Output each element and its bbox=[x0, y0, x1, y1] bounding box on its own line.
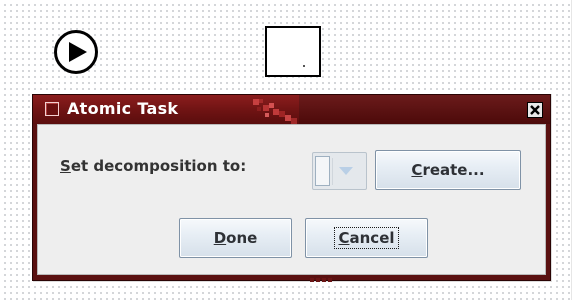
close-button[interactable] bbox=[527, 102, 543, 118]
decomposition-label-mnemonic: S bbox=[60, 157, 71, 175]
decomposition-label-text: et decomposition to: bbox=[70, 157, 247, 175]
done-button[interactable]: Done bbox=[179, 218, 292, 258]
close-icon bbox=[530, 105, 540, 115]
create-button-mnemonic: C bbox=[411, 161, 423, 179]
dialog-title: Atomic Task bbox=[67, 99, 179, 118]
titlebar-dark-region bbox=[299, 95, 550, 124]
atomic-task-node[interactable] bbox=[265, 26, 321, 77]
create-button[interactable]: Create... bbox=[375, 150, 521, 190]
start-condition-node[interactable] bbox=[54, 30, 98, 74]
select-divider bbox=[332, 158, 333, 185]
atomic-task-dialog: Atomic Task Set decomposition to: Create… bbox=[32, 94, 551, 281]
window-icon[interactable] bbox=[45, 102, 59, 116]
dialog-titlebar[interactable]: Atomic Task bbox=[33, 95, 550, 124]
chevron-down-icon[interactable] bbox=[339, 167, 353, 175]
cancel-button[interactable]: Cancel bbox=[305, 218, 428, 258]
titlebar-pixel-decoration bbox=[253, 99, 297, 124]
dialog-content: Set decomposition to: Create... Done Can… bbox=[37, 124, 546, 275]
done-button-mnemonic: D bbox=[213, 229, 227, 247]
play-icon bbox=[69, 42, 87, 62]
done-button-label: one bbox=[226, 229, 258, 247]
cancel-button-label: ancel bbox=[349, 229, 395, 247]
decomposition-select-value bbox=[315, 156, 330, 186]
cancel-focus-ring: Cancel bbox=[334, 227, 399, 249]
decomposition-select[interactable] bbox=[312, 152, 367, 190]
cancel-button-mnemonic: C bbox=[338, 229, 350, 247]
decomposition-label: Set decomposition to: bbox=[60, 157, 246, 175]
dialog-bottom-decoration bbox=[310, 278, 338, 282]
task-node-marker bbox=[303, 65, 305, 67]
create-button-label: reate... bbox=[422, 161, 485, 179]
